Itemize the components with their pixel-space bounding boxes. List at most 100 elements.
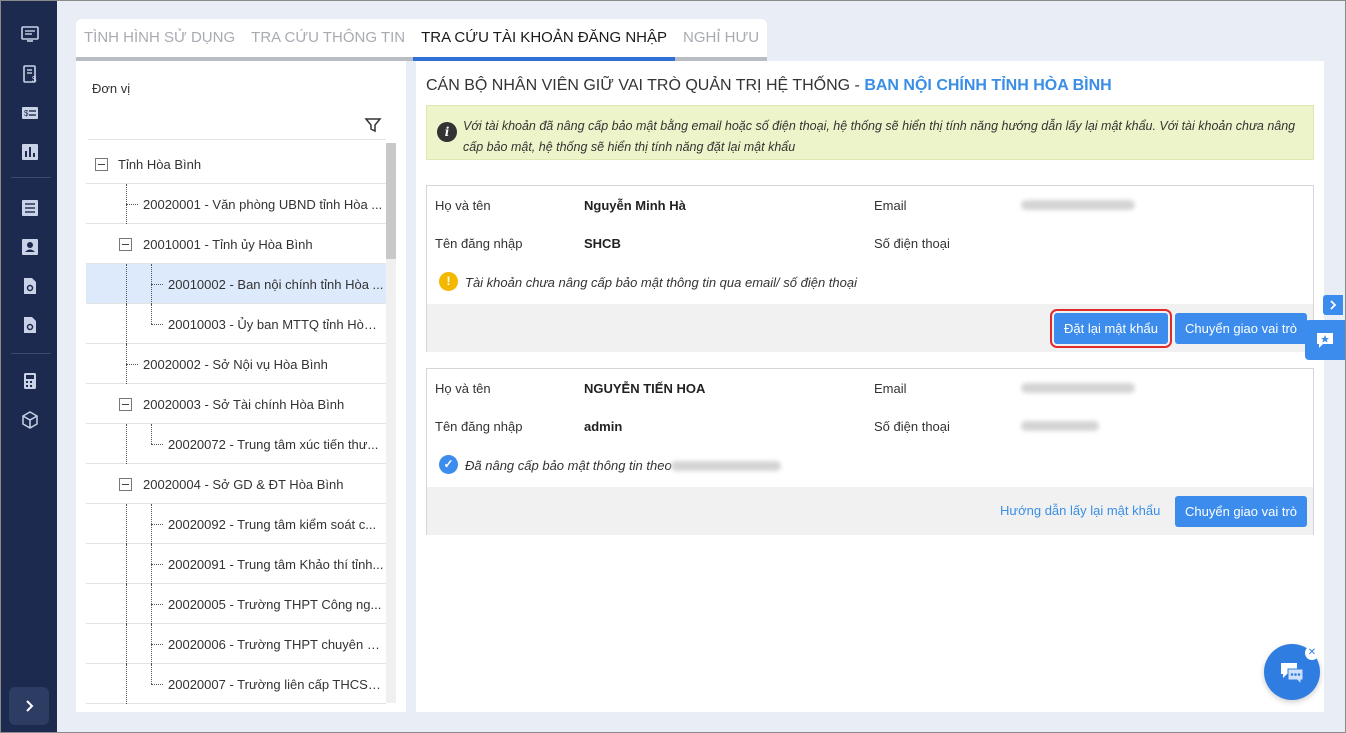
side-panel-toggle[interactable] [1323, 295, 1343, 315]
info-note-text: Với tài khoản đã nâng cấp bảo mật bằng e… [463, 119, 1296, 154]
tree-connector [151, 644, 163, 645]
tree-row[interactable]: 20020002 - Sở Nội vụ Hòa Bình [86, 344, 386, 384]
tree-connector [151, 324, 163, 325]
name-value: NGUYỄN TIẾN HOA [584, 381, 706, 396]
username-value: SHCB [584, 236, 621, 251]
tree-row-label: 20020072 - Trung tâm xúc tiến thư... [168, 437, 379, 452]
unit-tree: Tỉnh Hòa Bình 20020001 - Văn phòng UBND … [86, 144, 386, 704]
tree-row-label: 20020003 - Sở Tài chính Hòa Bình [143, 397, 345, 412]
close-chat-icon[interactable]: ✕ [1305, 646, 1319, 660]
email-label: Email [874, 381, 907, 396]
tree-row-label: 20020001 - Văn phòng UBND tỉnh Hòa ... [143, 197, 383, 212]
email-value-redacted [671, 461, 781, 471]
tree-connector [126, 544, 127, 584]
email-value-redacted [1021, 200, 1135, 210]
expand-nav-button[interactable] [9, 687, 49, 725]
tree-row[interactable]: 20010003 - Ủy ban MTTQ tỉnh Hòa ... [86, 304, 386, 344]
tree-row[interactable]: 20020007 - Trường liên cấp THCS&... [86, 664, 386, 704]
tree-connector [151, 564, 163, 565]
collapse-toggle[interactable] [119, 478, 132, 491]
tree-row[interactable]: 20020092 - Trung tâm kiểm soát c... [86, 504, 386, 544]
check-icon: ✓ [439, 455, 458, 474]
svg-text:$: $ [24, 109, 29, 118]
reset-password-button[interactable]: Đặt lại mật khẩu [1050, 309, 1172, 348]
left-navigation: $ $ [1, 1, 57, 732]
tree-connector [126, 424, 127, 464]
payment-card-icon[interactable]: $ [19, 102, 41, 124]
tree-row[interactable]: 20020091 - Trung tâm Khảo thí tỉnh... [86, 544, 386, 584]
filter-icon[interactable] [364, 116, 382, 134]
tree-connector [151, 664, 152, 684]
nav-divider [11, 353, 51, 354]
username-label: Tên đăng nhập [435, 236, 523, 251]
main-panel: CÁN BỘ NHÂN VIÊN GIỮ VAI TRÒ QUẢN TRỊ HỆ… [416, 61, 1324, 712]
tree-row-label: 20010003 - Ủy ban MTTQ tỉnh Hòa ... [168, 317, 384, 332]
collapse-toggle[interactable] [119, 398, 132, 411]
page-title: CÁN BỘ NHÂN VIÊN GIỮ VAI TRÒ QUẢN TRỊ HỆ… [426, 77, 1112, 95]
security-status-text: Đã nâng cấp bảo mật thông tin theo [465, 458, 672, 473]
file-settings-icon[interactable] [19, 275, 41, 297]
card-actions: Đặt lại mật khẩu Chuyển giao vai trò [427, 304, 1313, 352]
tree-row[interactable]: 20020006 - Trường THPT chuyên H... [86, 624, 386, 664]
tree-connector [151, 284, 163, 285]
collapse-toggle[interactable] [119, 238, 132, 251]
email-value-redacted [1021, 383, 1135, 393]
tree-row[interactable]: 20020004 - Sở GD & ĐT Hòa Bình [86, 464, 386, 504]
tree-row-label: Tỉnh Hòa Bình [118, 157, 202, 172]
feedback-icon [1317, 333, 1333, 348]
tree-row[interactable]: 20020003 - Sở Tài chính Hòa Bình [86, 384, 386, 424]
tree-connector [151, 684, 163, 685]
tree-row-label: 20020092 - Trung tâm kiểm soát c... [168, 517, 377, 532]
account-card: Họ và tên NGUYỄN TIẾN HOA Email Tên đăng… [426, 368, 1314, 535]
bar-chart-icon[interactable] [19, 141, 41, 163]
invoice-icon[interactable]: $ [19, 63, 41, 85]
nav-divider [11, 177, 51, 178]
tab-bar: TÌNH HÌNH SỬ DỤNG TRA CỨU THÔNG TIN TRA … [76, 19, 768, 61]
file-gear-icon[interactable] [19, 314, 41, 336]
username-label: Tên đăng nhập [435, 419, 523, 434]
divider [88, 139, 386, 140]
card-actions: Hướng dẫn lấy lại mật khẩu Chuyển giao v… [427, 487, 1313, 535]
box-icon[interactable] [19, 409, 41, 431]
tree-connector [126, 364, 138, 365]
user-card-icon[interactable] [19, 236, 41, 258]
tree-row-label: 20020004 - Sở GD & ĐT Hòa Bình [143, 477, 344, 492]
tree-connector [151, 444, 163, 445]
tree-connector [126, 624, 127, 664]
tree-connector [151, 524, 163, 525]
scrollbar-thumb[interactable] [386, 143, 396, 259]
tree-row-label: 20020091 - Trung tâm Khảo thí tỉnh... [168, 557, 384, 572]
password-recovery-guide-link[interactable]: Hướng dẫn lấy lại mật khẩu [1000, 503, 1160, 518]
security-status-text: Tài khoản chưa nâng cấp bảo mật thông ti… [465, 275, 857, 290]
tree-row[interactable]: Tỉnh Hòa Bình [86, 144, 386, 184]
transfer-role-button[interactable]: Chuyển giao vai trò [1175, 496, 1308, 527]
tab-login-account-lookup[interactable]: TRA CỨU TÀI KHOẢN ĐĂNG NHẬP [413, 19, 675, 61]
account-card: Họ và tên Nguyễn Minh Hà Email Tên đăng … [426, 185, 1314, 352]
feedback-button[interactable] [1305, 320, 1345, 360]
collapse-toggle[interactable] [95, 158, 108, 171]
tab-info-lookup[interactable]: TRA CỨU THÔNG TIN [243, 19, 414, 61]
tree-connector [126, 264, 127, 304]
tree-row-label: 20010001 - Tỉnh ủy Hòa Bình [143, 237, 313, 252]
tree-row[interactable]: 20010001 - Tỉnh ủy Hòa Bình [86, 224, 386, 264]
name-label: Họ và tên [435, 381, 491, 396]
tree-row[interactable]: 20020001 - Văn phòng UBND tỉnh Hòa ... [86, 184, 386, 224]
tree-connector [126, 584, 127, 624]
tree-connector [126, 304, 127, 344]
tree-header: Đơn vị [92, 81, 131, 96]
list-icon[interactable] [19, 197, 41, 219]
tree-row[interactable]: 20020005 - Trường THPT Công ng... [86, 584, 386, 624]
transfer-role-button[interactable]: Chuyển giao vai trò [1175, 313, 1308, 344]
tab-usage[interactable]: TÌNH HÌNH SỬ DỤNG [76, 19, 244, 61]
tree-connector [151, 604, 163, 605]
calculator-icon[interactable] [19, 370, 41, 392]
tree-connector [126, 664, 127, 704]
dashboard-icon[interactable] [19, 23, 41, 45]
chat-icon [1281, 663, 1304, 686]
warning-icon: ! [439, 272, 458, 291]
tree-row-selected[interactable]: 20010002 - Ban nội chính tỉnh Hòa ... [86, 264, 386, 304]
phone-label: Số điện thoại [874, 419, 950, 434]
tree-row[interactable]: 20020072 - Trung tâm xúc tiến thư... [86, 424, 386, 464]
tab-retirement[interactable]: NGHỈ HƯU [675, 19, 768, 61]
page-title-prefix: CÁN BỘ NHÂN VIÊN GIỮ VAI TRÒ QUẢN TRỊ HỆ… [426, 77, 865, 94]
